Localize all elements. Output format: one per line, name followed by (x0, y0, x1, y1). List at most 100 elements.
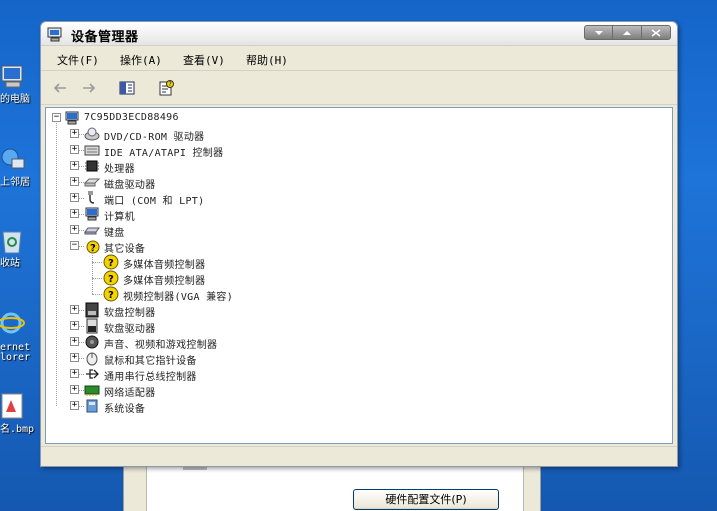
tree-child-item[interactable]: ? 多媒体音频控制器 (46, 254, 646, 271)
desktop-icon-label: 的电脑 (0, 94, 30, 105)
forward-arrow-icon (83, 83, 96, 93)
menu-action[interactable]: 操作(A) (120, 52, 162, 68)
svg-text:?: ? (90, 243, 96, 254)
status-bar (41, 446, 677, 466)
desktop-icon-label: 上邻居 (0, 177, 30, 188)
expand-toggle[interactable]: + (70, 369, 79, 378)
desktop-icon-label: 收站 (0, 258, 20, 269)
expand-toggle[interactable]: + (70, 225, 79, 234)
tree-child-label: 多媒体音频控制器 (123, 276, 206, 287)
tree-item-label: IDE ATA/ATAPI 控制器 (104, 148, 224, 159)
back-arrow-icon (53, 83, 66, 93)
tree-item[interactable]: + 系统设备 (46, 398, 646, 415)
tree-item[interactable]: + 处理器 (46, 158, 646, 175)
mouse-icon (86, 352, 98, 366)
desktop-icon-recycle-bin[interactable]: 收站 (0, 226, 42, 288)
network-icon (1, 148, 25, 169)
collapse-toggle[interactable]: − (52, 113, 61, 122)
hardware-profiles-button[interactable]: 硬件配置文件(P) (353, 489, 499, 510)
menu-view[interactable]: 查看(V) (183, 52, 225, 68)
tree-item[interactable]: + 软盘控制器 (46, 302, 646, 319)
tree-item-label: 磁盘驱动器 (104, 180, 156, 191)
back-button[interactable] (51, 80, 69, 96)
warning-icon: ? (103, 270, 119, 286)
expand-toggle[interactable]: + (70, 305, 79, 314)
forward-button[interactable] (80, 80, 98, 96)
tree-item[interactable]: + DVD/CD-ROM 驱动器 (46, 126, 646, 143)
tree-item[interactable]: + 网络适配器 (46, 382, 646, 399)
tree-child-item[interactable]: ? 视频控制器(VGA 兼容) (46, 286, 646, 303)
tree-item[interactable]: + 鼠标和其它指针设备 (46, 350, 646, 367)
disk-drive-icon (84, 178, 100, 187)
background-dialog: 硬件配置文件(P) (123, 460, 541, 511)
desktop-icon-network[interactable]: 上邻居 (0, 145, 42, 207)
desktop-icon-my-computer[interactable]: 的电脑 (0, 62, 42, 124)
expand-toggle[interactable]: + (70, 129, 79, 138)
tree-child-item[interactable]: ? 多媒体音频控制器 (46, 270, 646, 287)
tree-item-label: 声音、视频和游戏控制器 (104, 340, 218, 351)
background-dialog-mark (183, 467, 207, 470)
tree-item[interactable]: + 键盘 (46, 222, 646, 239)
console-tree-icon (119, 81, 135, 95)
collapse-toggle[interactable]: − (70, 241, 79, 250)
device-tree: − 7C95DD3ECD88496 + DVD/CD-ROM 驱动器 + IDE ATA/… (45, 107, 673, 444)
desktop-icon-internet-explorer[interactable]: ernet lorer (0, 310, 42, 372)
expand-toggle[interactable]: + (70, 353, 79, 362)
usb-icon (86, 369, 99, 379)
tree-item-label: 系统设备 (104, 404, 146, 415)
recycle-bin-icon (2, 231, 22, 254)
port-icon (88, 191, 95, 204)
dvd-drive-icon (84, 127, 100, 141)
tree-item[interactable]: + 通用串行总线控制器 (46, 366, 646, 383)
tree-child-label: 视频控制器(VGA 兼容) (123, 292, 234, 303)
tree-item-label: 网络适配器 (104, 388, 156, 399)
warning-icon: ? (103, 254, 119, 270)
tree-item-label: 软盘控制器 (104, 308, 156, 319)
close-icon (651, 28, 661, 37)
expand-toggle[interactable]: + (70, 145, 79, 154)
computer-icon (85, 207, 99, 221)
expand-toggle[interactable]: + (70, 177, 79, 186)
minimize-button[interactable] (584, 25, 613, 40)
floppy-drive-icon (86, 318, 98, 334)
svg-text:?: ? (108, 290, 114, 301)
expand-toggle[interactable]: + (70, 337, 79, 346)
expand-toggle[interactable]: + (70, 209, 79, 218)
desktop-icon-bmp-file[interactable]: 名.bmp (0, 392, 42, 454)
tree-item[interactable]: −? 其它设备 (46, 238, 646, 255)
properties-button[interactable]: ? (157, 80, 175, 96)
expand-toggle[interactable]: + (70, 401, 79, 410)
tree-item-label: 端口 (COM 和 LPT) (104, 196, 205, 207)
tree-item[interactable]: + 软盘驱动器 (46, 318, 646, 335)
expand-toggle[interactable]: + (70, 193, 79, 202)
expand-toggle[interactable]: + (70, 161, 79, 170)
tree-item-label: 计算机 (104, 212, 135, 223)
processor-icon (85, 160, 99, 172)
expand-toggle[interactable]: + (70, 321, 79, 330)
warning-icon: ? (103, 286, 119, 302)
tree-item-label: 处理器 (104, 164, 135, 175)
tree-item[interactable]: + 磁盘驱动器 (46, 174, 646, 191)
tree-item[interactable]: + IDE ATA/ATAPI 控制器 (46, 142, 646, 159)
keyboard-icon (84, 227, 100, 235)
window-controls (584, 25, 671, 40)
desktop-icon-label: lorer (0, 352, 31, 363)
window-title: 设备管理器 (71, 30, 139, 45)
tree-item[interactable]: + 计算机 (46, 206, 646, 223)
menu-file[interactable]: 文件(F) (57, 52, 99, 68)
computer-icon (1, 65, 23, 88)
maximize-icon (623, 30, 631, 35)
tree-item-label: DVD/CD-ROM 驱动器 (104, 132, 205, 143)
menu-help[interactable]: 帮助(H) (246, 52, 288, 68)
maximize-button[interactable] (613, 25, 642, 40)
tree-item[interactable]: + 声音、视频和游戏控制器 (46, 334, 646, 351)
tree-item-label: 键盘 (104, 228, 125, 239)
ide-controller-icon (84, 145, 100, 156)
title-bar[interactable]: 设备管理器 (41, 22, 677, 46)
show-hide-console-tree-button[interactable] (118, 80, 136, 96)
tree-item-label: 通用串行总线控制器 (104, 372, 197, 383)
tree-root-computer[interactable]: − 7C95DD3ECD88496 (46, 110, 646, 126)
tree-item[interactable]: + 端口 (COM 和 LPT) (46, 190, 646, 207)
close-button[interactable] (642, 25, 671, 40)
expand-toggle[interactable]: + (70, 385, 79, 394)
